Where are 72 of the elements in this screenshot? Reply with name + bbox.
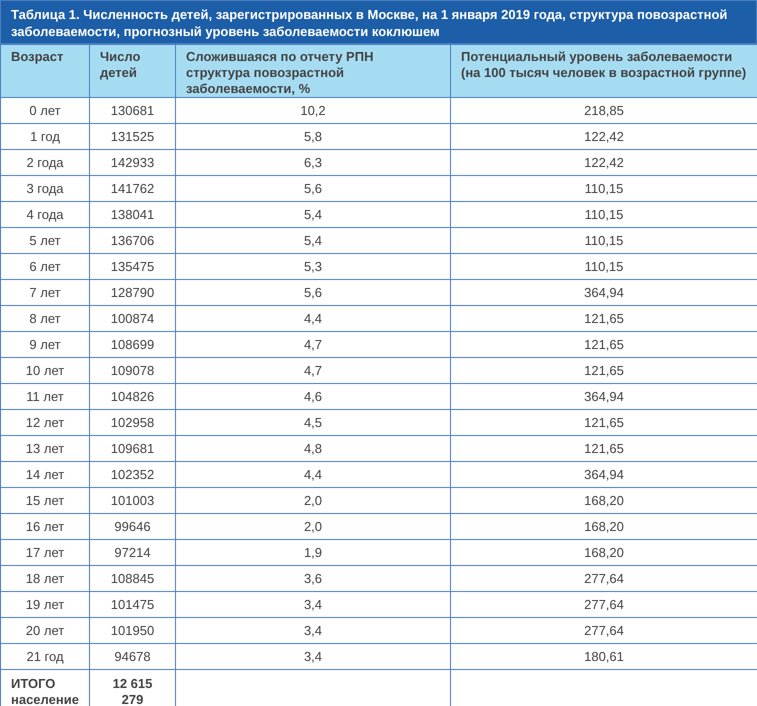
table-cell: 11 лет xyxy=(0,384,90,410)
table-cell: 3,6 xyxy=(176,566,450,592)
table-cell: 5,8 xyxy=(176,124,450,150)
table-cell: 4,4 xyxy=(176,462,450,488)
table-cell: 19 лет xyxy=(0,592,90,618)
table-cell: 5,3 xyxy=(176,254,450,280)
table-cell: 101950 xyxy=(90,618,176,644)
table-cell: 4,4 xyxy=(176,306,450,332)
table-cell: 136706 xyxy=(90,228,176,254)
table-cell: 109681 xyxy=(90,436,176,462)
table-cell: 4,8 xyxy=(176,436,450,462)
table-cell: 15 лет xyxy=(0,488,90,514)
table-cell: 135475 xyxy=(90,254,176,280)
table-cell: 2 года xyxy=(0,150,90,176)
table-cell: 109078 xyxy=(90,358,176,384)
table-cell: 9 лет xyxy=(0,332,90,358)
column-header: Потенциальный уровень заболеваемости (на 100 тысяч человек в возрастной группе) xyxy=(450,44,757,98)
table-cell: 2,0 xyxy=(176,488,450,514)
table-cell: 5,4 xyxy=(176,202,450,228)
table-cell: 5 лет xyxy=(0,228,90,254)
table-cell: 130681 xyxy=(90,98,176,124)
table-cell: 18 лет xyxy=(0,566,90,592)
table-cell: 1,9 xyxy=(176,540,450,566)
table-cell: 128790 xyxy=(90,280,176,306)
table-cell: 4,7 xyxy=(176,358,450,384)
table-cell: 142933 xyxy=(90,150,176,176)
table-cell: 5,6 xyxy=(176,280,450,306)
table-cell: 7 лет xyxy=(0,280,90,306)
table-title: Таблица 1. Численность детей, зарегистрированных в Москве, на 1 января 2019 года, структура повозрастной заболеваемости, прогнозный уровень заболеваемости коклюшем xyxy=(0,0,757,44)
table-cell: 6 лет xyxy=(0,254,90,280)
table-cell: 14 лет xyxy=(0,462,90,488)
table-cell: 97214 xyxy=(90,540,176,566)
table-cell: 5,6 xyxy=(176,176,450,202)
table-cell: 4 года xyxy=(0,202,90,228)
table-cell: 99646 xyxy=(90,514,176,540)
table-cell: 20 лет xyxy=(0,618,90,644)
table-cell: 10,2 xyxy=(176,98,450,124)
table-cell: 104826 xyxy=(90,384,176,410)
table-cell: 4,5 xyxy=(176,410,450,436)
table-cell: 21 год xyxy=(0,644,90,670)
table-cell: 1 год xyxy=(0,124,90,150)
table-cell: 94678 xyxy=(90,644,176,670)
table-cell: 131525 xyxy=(90,124,176,150)
table-cell: 100874 xyxy=(90,306,176,332)
table-cell: 141762 xyxy=(90,176,176,202)
column-header: Возраст xyxy=(0,44,90,98)
table-cell: 108699 xyxy=(90,332,176,358)
table-cell: 3,4 xyxy=(176,644,450,670)
table-cell: 8 лет xyxy=(0,306,90,332)
table-cell: 108845 xyxy=(90,566,176,592)
total-label: ИТОГО население xyxy=(0,670,90,706)
table-cell: 2,0 xyxy=(176,514,450,540)
table-cell: 5,4 xyxy=(176,228,450,254)
table-cell: 17 лет xyxy=(0,540,90,566)
table-cell: 102958 xyxy=(90,410,176,436)
table-cell: 3,4 xyxy=(176,592,450,618)
table-cell: 12 лет xyxy=(0,410,90,436)
table-cell: 6,3 xyxy=(176,150,450,176)
table-cell: 16 лет xyxy=(0,514,90,540)
table-cell: 102352 xyxy=(90,462,176,488)
table-cell: 4,7 xyxy=(176,332,450,358)
column-header: Число детей xyxy=(90,44,176,98)
table-cell: 101475 xyxy=(90,592,176,618)
table-cell: 13 лет xyxy=(0,436,90,462)
column-header: Сложившаяся по отчету РПН структура повозрастной заболеваемости, % xyxy=(176,44,450,98)
table-cell: 3 года xyxy=(0,176,90,202)
table-cell: 10 лет xyxy=(0,358,90,384)
table-cell: 3,4 xyxy=(176,618,450,644)
table-cell: 0 лет xyxy=(0,98,90,124)
table-cell: 101003 xyxy=(90,488,176,514)
table-cell: 138041 xyxy=(90,202,176,228)
table-cell: 4,6 xyxy=(176,384,450,410)
